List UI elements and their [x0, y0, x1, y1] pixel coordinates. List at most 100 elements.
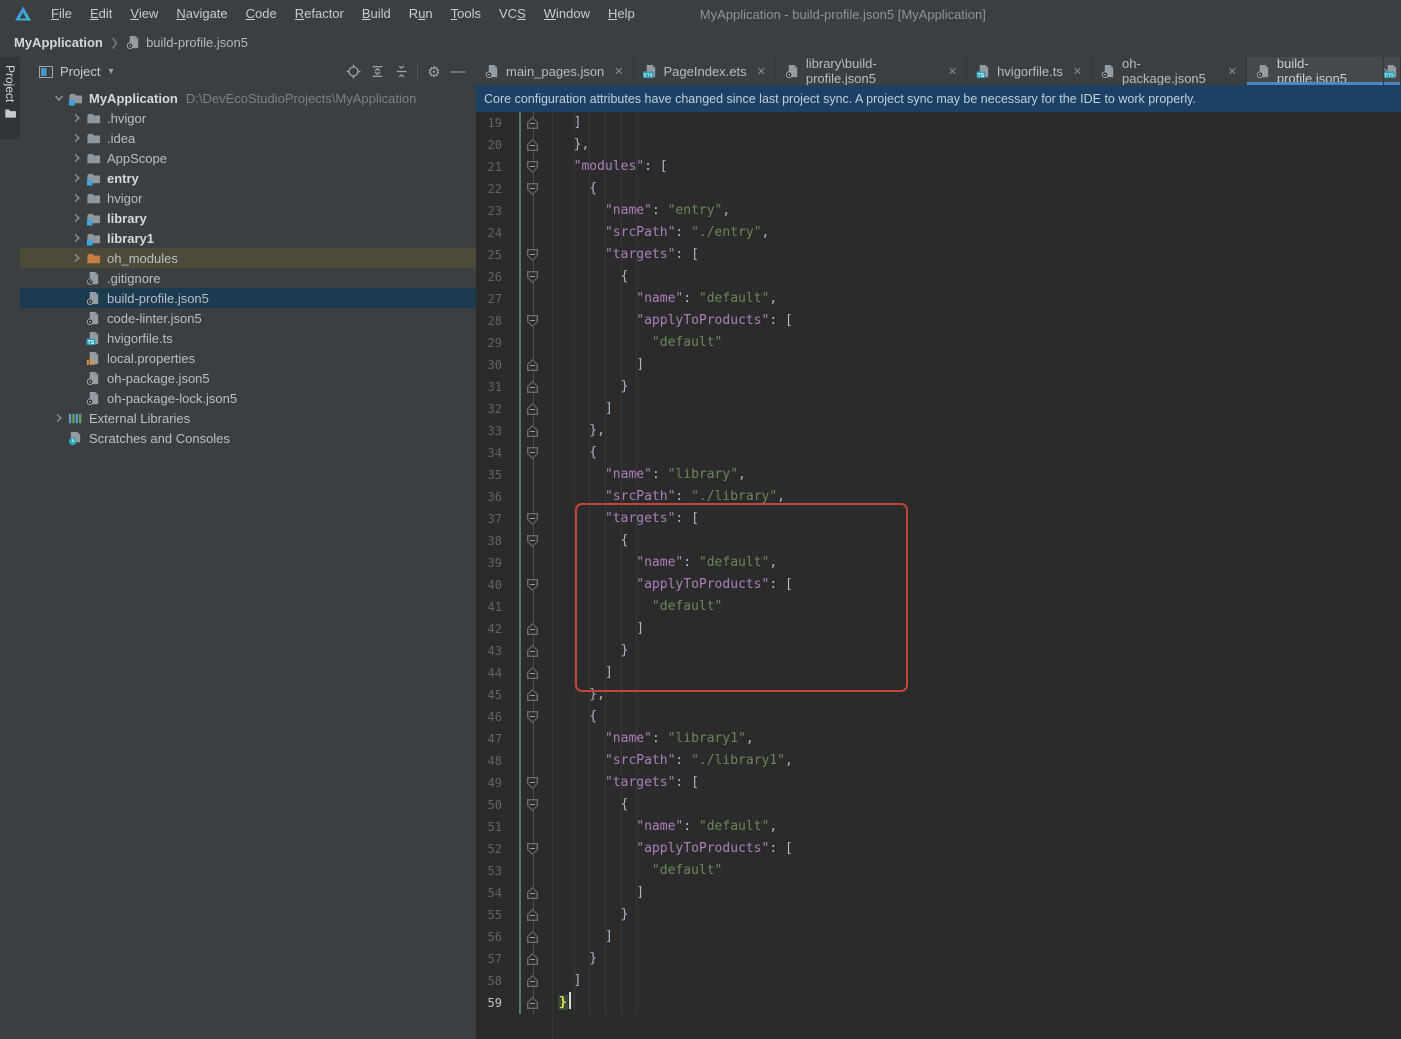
- chevron-right-icon[interactable]: [50, 413, 68, 423]
- menu-run[interactable]: Run: [400, 6, 442, 21]
- fold-marker-icon[interactable]: [527, 139, 538, 151]
- tree-item-scratches-and-consoles[interactable]: Scratches and Consoles: [20, 428, 476, 448]
- close-tab-icon[interactable]: ✕: [614, 65, 623, 78]
- code-text[interactable]: }: [552, 948, 597, 970]
- fold-marker-icon[interactable]: [527, 425, 538, 437]
- menu-navigate[interactable]: Navigate: [167, 6, 236, 21]
- fold-marker-icon[interactable]: [527, 535, 538, 547]
- chevron-down-icon[interactable]: ▾: [108, 66, 113, 77]
- code-text[interactable]: {: [552, 794, 628, 816]
- partial-tab[interactable]: ETS: [1383, 57, 1401, 85]
- code-text[interactable]: "name": "default",: [552, 288, 777, 310]
- code-text[interactable]: }: [552, 904, 628, 926]
- tree-item--idea[interactable]: .idea: [20, 128, 476, 148]
- code-text[interactable]: "name": "library",: [552, 464, 746, 486]
- chevron-right-icon[interactable]: [68, 133, 86, 143]
- tree-item-external-libraries[interactable]: External Libraries: [20, 408, 476, 428]
- menu-code[interactable]: Code: [237, 6, 286, 21]
- chevron-right-icon[interactable]: [68, 173, 86, 183]
- fold-marker-icon[interactable]: [527, 909, 538, 921]
- code-text[interactable]: "default": [552, 332, 722, 354]
- menu-window[interactable]: Window: [535, 6, 599, 21]
- code-text[interactable]: "modules": [: [552, 156, 668, 178]
- code-text[interactable]: "name": "entry",: [552, 200, 730, 222]
- code-text[interactable]: "srcPath": "./library1",: [552, 750, 793, 772]
- menu-vcs[interactable]: VCS: [490, 6, 535, 21]
- code-text[interactable]: }: [552, 376, 628, 398]
- tab-build-profile-json5[interactable]: build-profile.json5✕: [1247, 57, 1401, 85]
- tree-item--gitignore[interactable]: .gitignore: [20, 268, 476, 288]
- menu-tools[interactable]: Tools: [442, 6, 490, 21]
- tree-item-appscope[interactable]: AppScope: [20, 148, 476, 168]
- code-text[interactable]: ]: [552, 112, 581, 134]
- chevron-right-icon[interactable]: [68, 213, 86, 223]
- code-text[interactable]: ]: [552, 882, 644, 904]
- code-text[interactable]: ]: [552, 926, 613, 948]
- code-text[interactable]: },: [552, 134, 589, 156]
- code-text[interactable]: "applyToProducts": [: [552, 310, 793, 332]
- tab-oh-package-json5[interactable]: oh-package.json5✕: [1092, 57, 1247, 85]
- settings-gear-button[interactable]: ⚙: [422, 61, 446, 83]
- breadcrumb-file[interactable]: build-profile.json5: [126, 35, 248, 50]
- menu-edit[interactable]: Edit: [81, 6, 121, 21]
- collapse-all-button[interactable]: [389, 61, 413, 83]
- tree-item-entry[interactable]: entry: [20, 168, 476, 188]
- tree-item-oh-package-json5[interactable]: oh-package.json5: [20, 368, 476, 388]
- fold-marker-icon[interactable]: [527, 997, 538, 1009]
- fold-marker-icon[interactable]: [527, 513, 538, 525]
- chevron-right-icon[interactable]: [68, 113, 86, 123]
- close-tab-icon[interactable]: ✕: [1073, 65, 1082, 78]
- fold-marker-icon[interactable]: [527, 975, 538, 987]
- tree-item-code-linter-json5[interactable]: code-linter.json5: [20, 308, 476, 328]
- project-view-selector[interactable]: Project: [60, 64, 100, 79]
- tree-item-build-profile-json5[interactable]: build-profile.json5: [20, 288, 476, 308]
- chevron-down-icon[interactable]: [50, 93, 68, 103]
- fold-marker-icon[interactable]: [527, 953, 538, 965]
- code-text[interactable]: "applyToProducts": [: [552, 838, 793, 860]
- fold-marker-icon[interactable]: [527, 623, 538, 635]
- tree-item--hvigor[interactable]: .hvigor: [20, 108, 476, 128]
- code-text[interactable]: {: [552, 266, 628, 288]
- tree-item-hvigor[interactable]: hvigor: [20, 188, 476, 208]
- fold-marker-icon[interactable]: [527, 249, 538, 261]
- tree-item-library[interactable]: library: [20, 208, 476, 228]
- tab-library-build-profile-json5[interactable]: library\build-profile.json5✕: [776, 57, 967, 85]
- locate-file-button[interactable]: [341, 61, 365, 83]
- chevron-right-icon[interactable]: [68, 193, 86, 203]
- code-text[interactable]: }: [552, 992, 571, 1014]
- fold-marker-icon[interactable]: [527, 359, 538, 371]
- code-text[interactable]: {: [552, 706, 597, 728]
- tree-item-oh-modules[interactable]: oh_modules: [20, 248, 476, 268]
- chevron-right-icon[interactable]: [68, 253, 86, 263]
- close-tab-icon[interactable]: ✕: [1228, 65, 1237, 78]
- tab-main-pages-json[interactable]: main_pages.json✕: [476, 57, 634, 85]
- fold-marker-icon[interactable]: [527, 887, 538, 899]
- code-text[interactable]: "targets": [: [552, 772, 699, 794]
- tab-pageindex-ets[interactable]: ETSPageIndex.ets✕: [634, 57, 776, 85]
- code-text[interactable]: ]: [552, 970, 581, 992]
- menu-build[interactable]: Build: [353, 6, 400, 21]
- chevron-right-icon[interactable]: [68, 233, 86, 243]
- expand-all-button[interactable]: [365, 61, 389, 83]
- tree-item-library1[interactable]: library1: [20, 228, 476, 248]
- menu-refactor[interactable]: Refactor: [286, 6, 353, 21]
- code-text[interactable]: "targets": [: [552, 244, 699, 266]
- code-text[interactable]: "name": "library1",: [552, 728, 754, 750]
- fold-marker-icon[interactable]: [527, 931, 538, 943]
- fold-marker-icon[interactable]: [527, 315, 538, 327]
- fold-marker-icon[interactable]: [527, 667, 538, 679]
- code-text[interactable]: {: [552, 178, 597, 200]
- tree-item-oh-package-lock-json5[interactable]: oh-package-lock.json5: [20, 388, 476, 408]
- fold-marker-icon[interactable]: [527, 447, 538, 459]
- tab-hvigorfile-ts[interactable]: TShvigorfile.ts✕: [967, 57, 1092, 85]
- menu-file[interactable]: File: [42, 6, 81, 21]
- code-text[interactable]: {: [552, 442, 597, 464]
- fold-marker-icon[interactable]: [527, 161, 538, 173]
- code-text[interactable]: ]: [552, 354, 644, 376]
- chevron-right-icon[interactable]: [68, 153, 86, 163]
- fold-marker-icon[interactable]: [527, 777, 538, 789]
- menu-help[interactable]: Help: [599, 6, 644, 21]
- project-tool-window-button[interactable]: Project: [0, 57, 20, 139]
- tree-item-hvigorfile-ts[interactable]: TShvigorfile.ts: [20, 328, 476, 348]
- menu-view[interactable]: View: [121, 6, 167, 21]
